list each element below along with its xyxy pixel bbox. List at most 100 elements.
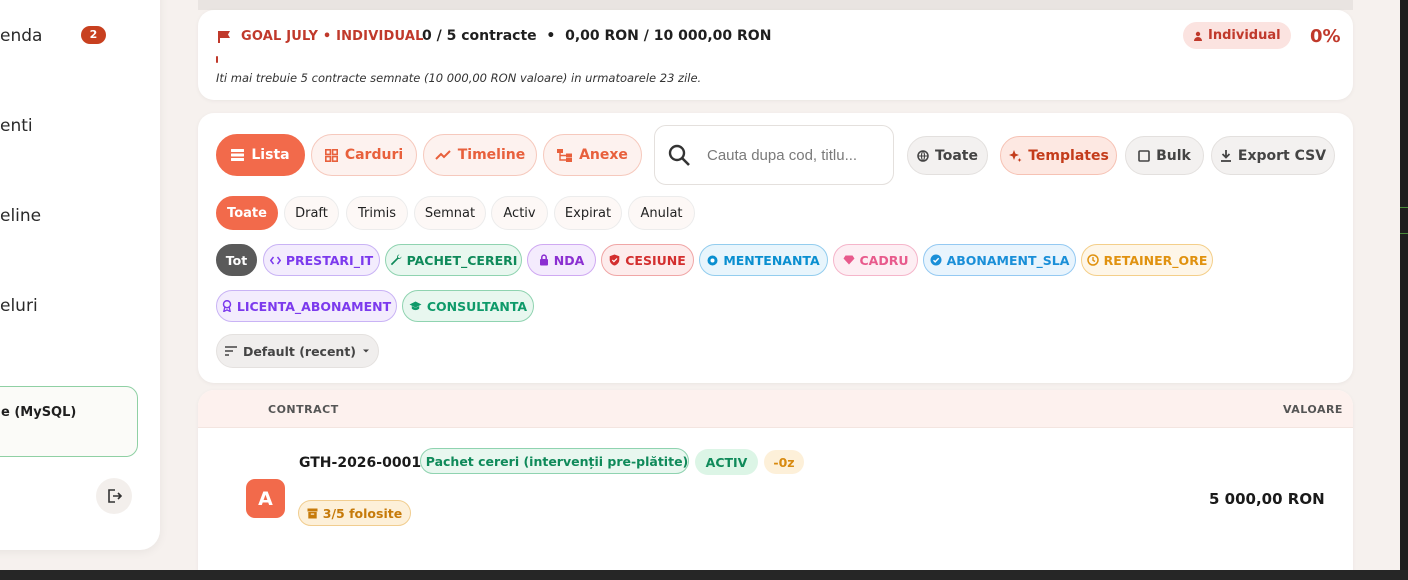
sidebar-item-agenda[interactable]: enda [0,26,42,46]
clock-icon [1086,254,1099,266]
lock-icon [539,254,548,266]
status-filter-semnat[interactable]: Semnat [414,196,486,230]
usage-badge: 3/5 folosite [298,500,411,526]
type-filter-abonament-sla[interactable]: ABONAMENT_SLA [923,244,1076,276]
sort-dropdown[interactable]: Default (recent) [216,334,379,368]
templates-label: Templates [1028,147,1109,164]
database-status-card: e (MySQL) [0,386,138,457]
sort-icon [224,346,237,356]
sidebar-item-timeline[interactable]: eline [0,206,41,226]
view-cards-label: Carduri [344,147,404,163]
diamond-icon [843,255,854,265]
goal-scope-badge[interactable]: Individual [1183,22,1291,49]
archive-icon [307,508,318,518]
logout-button[interactable] [96,478,132,514]
type-filter-nda[interactable]: NDA [527,244,596,276]
sidebar-item-clienti[interactable]: enti [0,116,33,136]
sidebar-item-label: enti [0,116,33,136]
type-filter-cesiune[interactable]: CESIUNE [601,244,694,276]
flag-icon [218,31,230,43]
table-header: CONTRACT VALOARE [198,390,1353,428]
usage-label: 3/5 folosite [322,505,403,521]
status-badge: ACTIV [695,449,758,475]
checkbox-icon [1138,149,1150,162]
view-anexe-button[interactable]: Anexe [543,134,642,176]
view-cards-button[interactable]: Carduri [311,134,417,176]
type-filter-retainer-ore[interactable]: RETAINER_ORE [1081,244,1213,276]
search-box[interactable] [654,125,894,185]
database-label: e (MySQL) [1,405,77,420]
type-filter-label: MENTENANTA [723,252,820,268]
contract-value: 5 000,00 RON [1209,490,1325,508]
status-filter-draft[interactable]: Draft [284,196,339,230]
goal-progress-bar [216,56,218,63]
type-filter-consultanta[interactable]: CONSULTANTA [402,290,534,322]
contract-type-badge: Pachet cereri (intervenții pre-plătite) [420,448,689,474]
view-timeline-button[interactable]: Timeline [423,134,537,176]
sidebar-item-modeluri[interactable]: eluri [0,296,38,316]
status-filter-anulat[interactable]: Anulat [628,196,695,230]
days-left-badge: -0z [764,450,804,474]
shield-icon [609,254,620,266]
type-filter-label: LICENTA_ABONAMENT [236,298,392,314]
badge-icon [222,300,232,312]
type-filter-mentenanta[interactable]: MENTENANTA [699,244,828,276]
type-filter-label: CONSULTANTA [426,298,528,314]
type-filter-label: RETAINER_ORE [1103,252,1208,268]
grid-icon [324,148,338,162]
goal-card: GOAL JULY • INDIVIDUAL 0 / 5 contracte •… [198,10,1353,100]
notification-badge: 2 [81,26,106,44]
goal-percent: 0% [1310,26,1341,47]
list-icon [231,149,245,161]
edge-mark [1400,233,1408,234]
edge-mark [1400,207,1408,208]
code-icon [269,256,281,264]
goal-title: GOAL JULY • INDIVIDUAL [241,29,424,44]
contract-type-label: Pachet cereri (intervenții pre-plătite) [425,453,689,469]
contract-code[interactable]: GTH-2026-0001 [299,455,421,471]
sidebar-item-label: enda [0,26,43,46]
type-filter-licenta-abonament[interactable]: LICENTA_ABONAMENT [216,290,397,322]
status-filter-trimis[interactable]: Trimis [346,196,408,230]
trend-icon [435,150,451,160]
taskbar-edge [0,570,1408,580]
status-filter-activ[interactable]: Activ [491,196,548,230]
export-csv-label: Export CSV [1237,147,1327,164]
type-filter-tot[interactable]: Tot [216,244,257,276]
status-filter-expirat[interactable]: Expirat [554,196,622,230]
column-header-valoare[interactable]: VALOARE [1283,403,1343,416]
status-filter-toate[interactable]: Toate [216,196,278,230]
search-icon [668,144,690,166]
graduation-icon [409,301,422,311]
avatar: A [246,479,285,518]
view-anexe-label: Anexe [579,147,628,163]
user-icon [1194,31,1202,41]
type-filter-pachet-cereri[interactable]: PACHET_CERERI [385,244,522,276]
contracts-table: CONTRACT VALOARE A GTH-2026-0001 Pachet … [198,390,1353,570]
view-list-button[interactable]: Lista [216,134,305,176]
search-input[interactable] [707,146,877,164]
type-filter-label: NDA [553,252,585,268]
scope-all-button[interactable]: Toate [907,136,988,175]
chevron-down-icon [363,349,370,353]
globe-icon [917,149,929,162]
type-filter-label: PRESTARI_IT [285,252,374,268]
type-filter-label: ABONAMENT_SLA [946,252,1070,268]
type-filter-label: PACHET_CERERI [406,252,518,268]
templates-button[interactable]: Templates [1000,136,1117,175]
sort-label: Default (recent) [242,343,357,359]
download-icon [1220,149,1231,162]
sparkle-icon [1009,149,1022,162]
export-csv-button[interactable]: Export CSV [1211,136,1335,175]
wrench-icon [390,254,402,266]
logout-icon [108,489,122,503]
tree-icon [557,148,573,162]
sidebar-item-label: eluri [0,296,38,316]
column-header-contract[interactable]: CONTRACT [268,403,339,416]
bulk-button[interactable]: Bulk [1125,136,1204,175]
type-filter-prestari-it[interactable]: PRESTARI_IT [263,244,380,276]
goal-note: Iti mai trebuie 5 contracte semnate (10 … [216,71,702,85]
type-filter-cadru[interactable]: CADRU [833,244,918,276]
type-filter-label: Tot [225,252,248,268]
bulk-label: Bulk [1156,147,1191,164]
